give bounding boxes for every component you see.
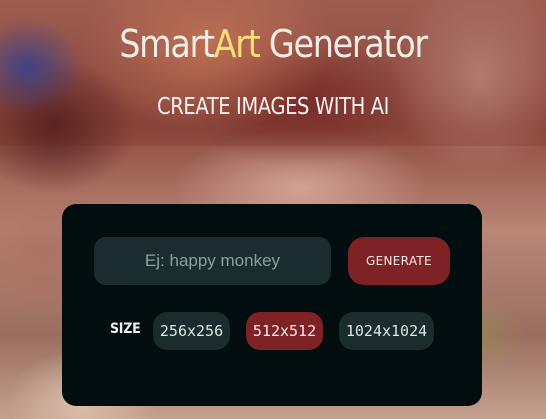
generate-button[interactable]: GENERATE (348, 237, 450, 285)
app-title: SmartArt Generator (33, 22, 513, 66)
generator-panel (62, 204, 482, 406)
size-option-256x256[interactable]: 256x256 (153, 312, 230, 350)
size-option-1024x1024[interactable]: 1024x1024 (339, 312, 434, 350)
title-part-art: Art (213, 22, 261, 66)
title-part-smart: Smart (119, 22, 215, 66)
size-label: SIZE (110, 321, 141, 337)
title-part-generator: Generator (259, 22, 428, 66)
size-option-512x512[interactable]: 512x512 (246, 312, 323, 350)
prompt-input[interactable] (94, 237, 331, 285)
app-subtitle: CREATE IMAGES WITH AI (157, 94, 389, 120)
